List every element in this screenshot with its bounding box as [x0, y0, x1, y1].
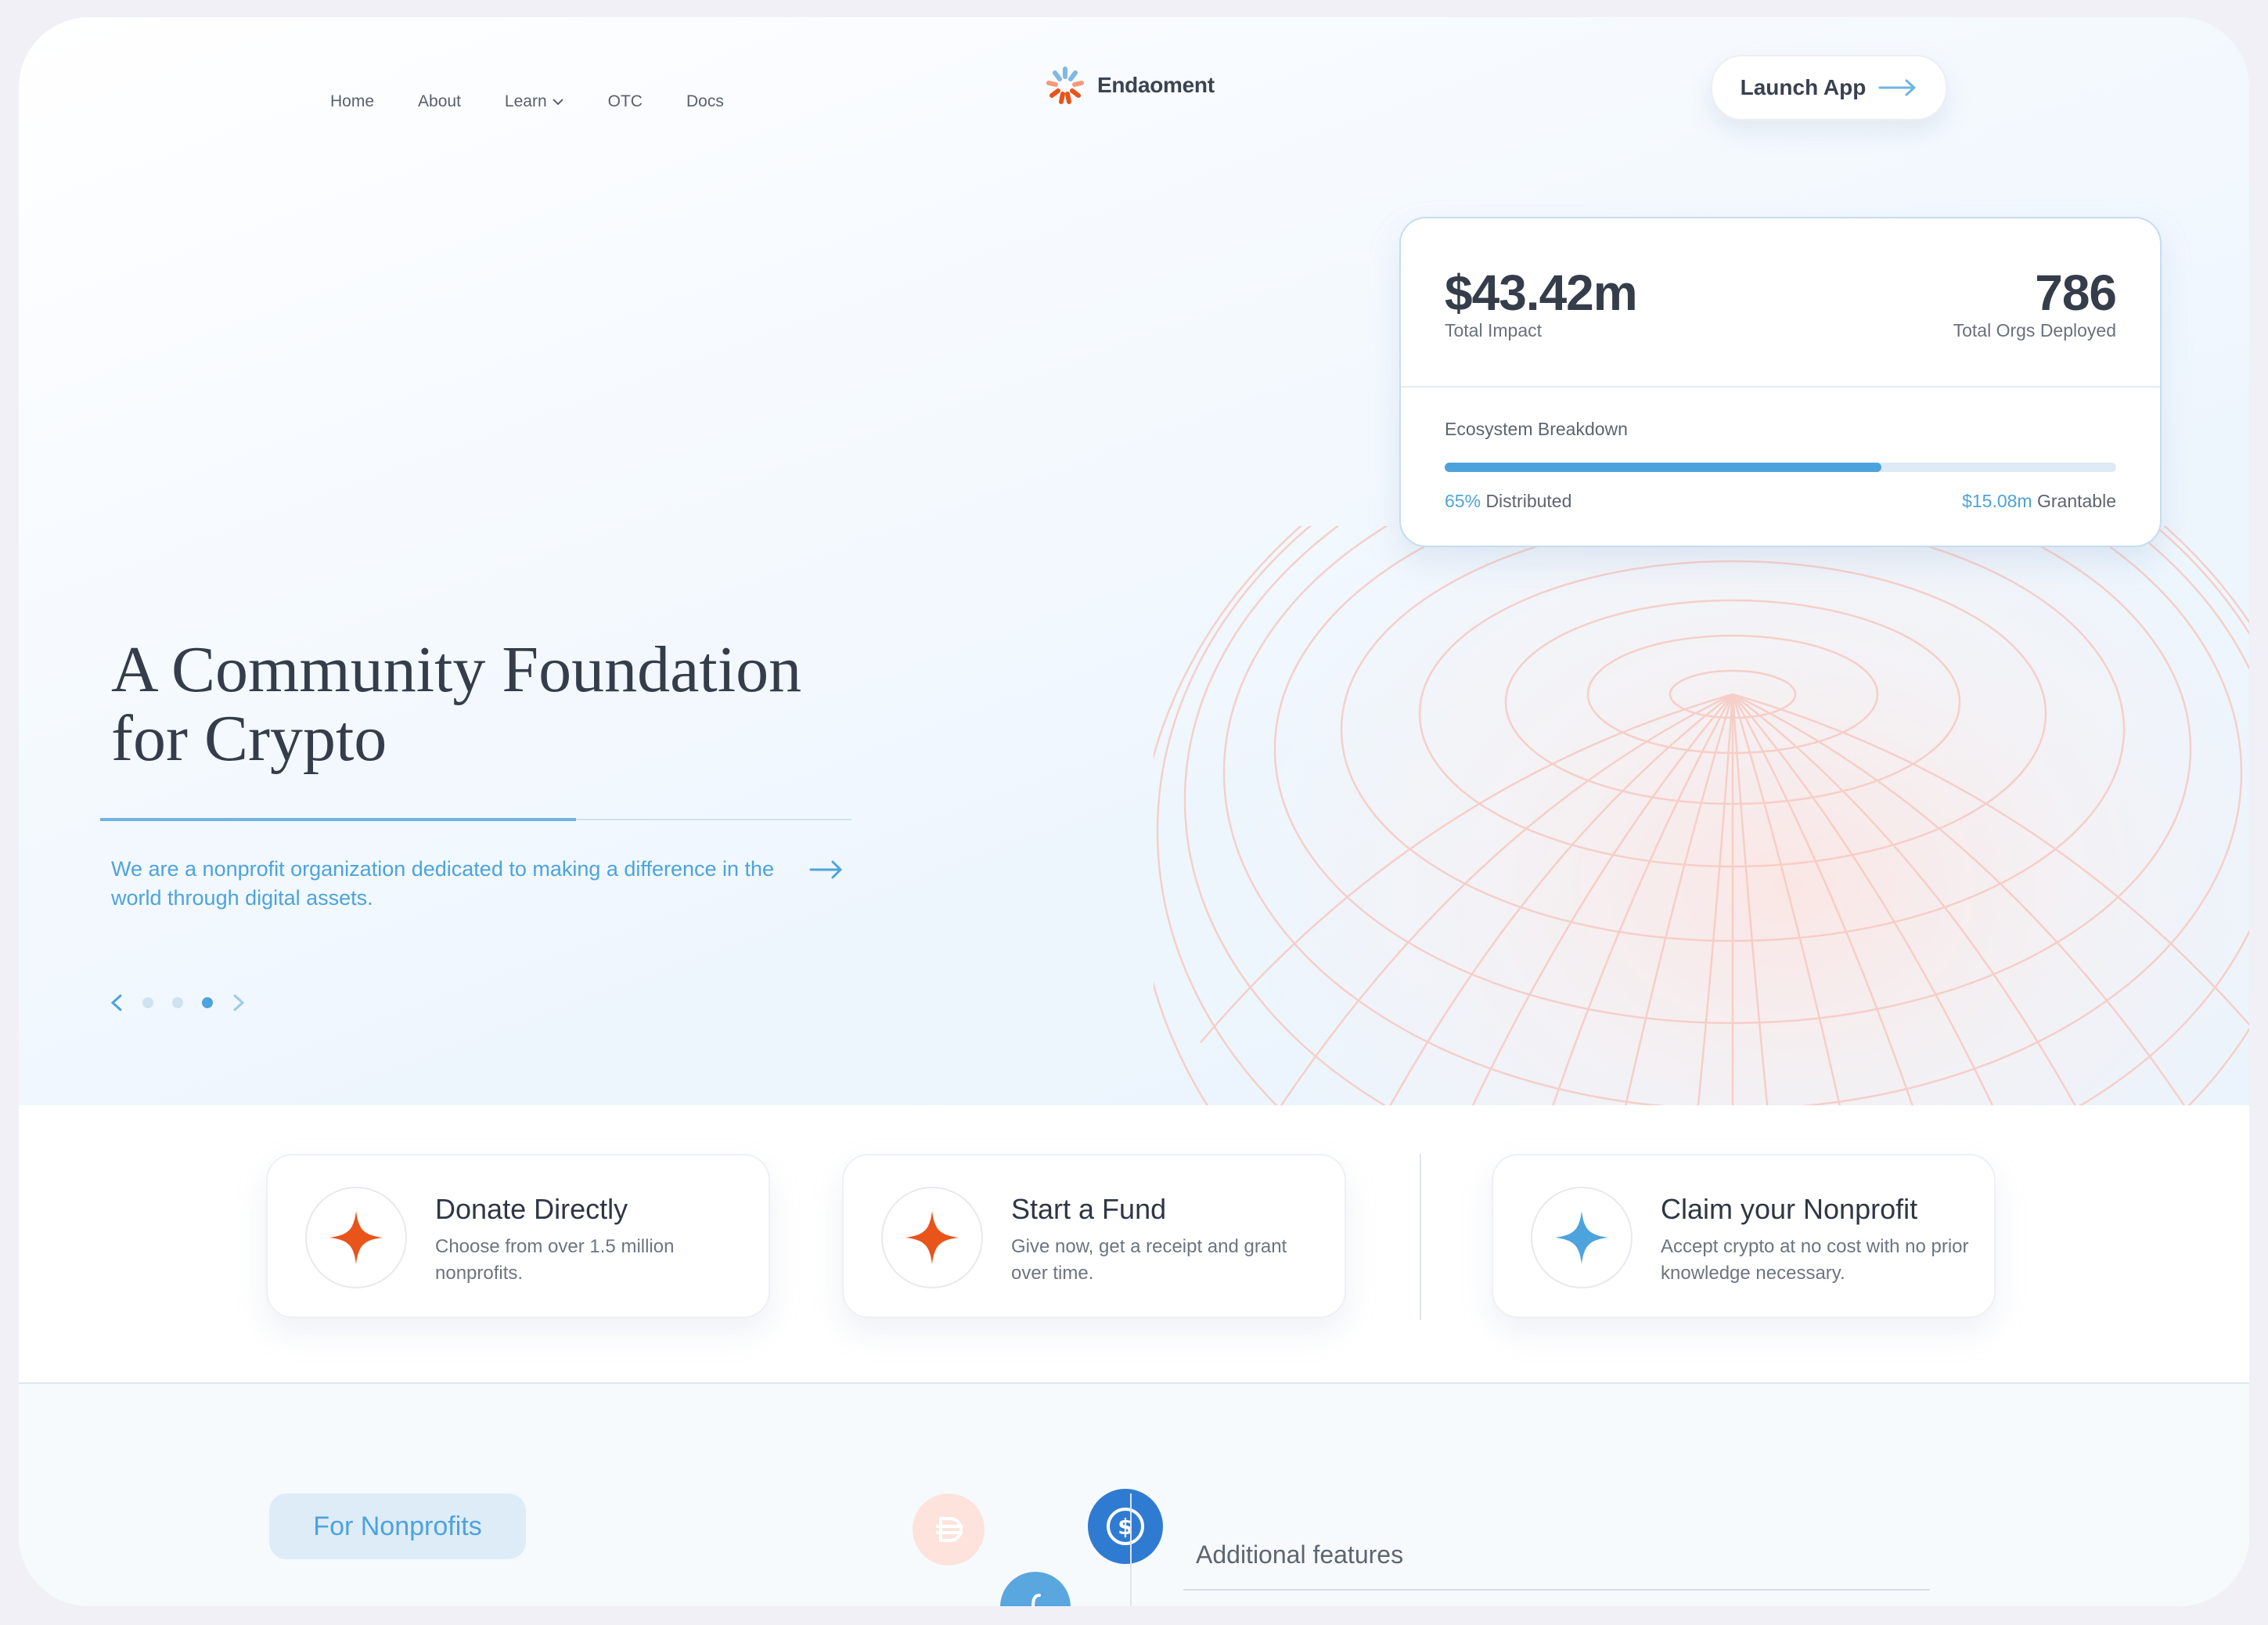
- usdc-coin-icon: $: [1088, 1489, 1163, 1564]
- distributed-text: Distributed: [1485, 491, 1572, 511]
- hero-headline: A Community Foundation for Crypto: [111, 636, 894, 773]
- nav-otc[interactable]: OTC: [608, 92, 643, 111]
- tagline-arrow-icon[interactable]: [809, 859, 844, 880]
- feature-icon-wrap: [305, 1187, 407, 1288]
- hero-divider-progress: [100, 818, 576, 821]
- dai-coin-icon: [913, 1493, 985, 1566]
- hero-tagline: We are a nonprofit organization dedicate…: [111, 857, 775, 910]
- breakdown-progress-fill: [1445, 463, 1881, 472]
- hero-carousel-controls: [110, 994, 246, 1011]
- sparkle-orange-icon: [905, 1211, 959, 1264]
- lower-separator: [1130, 1493, 1132, 1606]
- nav-about[interactable]: About: [418, 92, 461, 111]
- feature-desc: Choose from over 1.5 million nonprofits.: [435, 1236, 675, 1284]
- grantable-value: $15.08m: [1962, 491, 2032, 511]
- hero-section: Home About Learn OTC Docs Endaoment Laun…: [19, 17, 2249, 1107]
- total-impact-value: $43.42m: [1445, 265, 1638, 321]
- launch-app-label: Launch App: [1740, 75, 1867, 99]
- nav-learn-label: Learn: [504, 92, 547, 110]
- sparkle-blue-icon: [1555, 1211, 1608, 1264]
- orgs-deployed-value: 786: [2035, 265, 2117, 321]
- for-nonprofits-pill[interactable]: For Nonprofits: [269, 1493, 526, 1559]
- feature-desc: Give now, get a receipt and grant over t…: [1011, 1236, 1287, 1284]
- carousel-prev-icon[interactable]: [110, 994, 124, 1011]
- grantable-text: Grantable: [2036, 491, 2116, 511]
- carousel-dot-3[interactable]: [202, 997, 213, 1008]
- breakdown-title: Ecosystem Breakdown: [1445, 419, 1628, 439]
- feature-icon-wrap: [881, 1187, 983, 1288]
- endaoment-logo-icon: [1046, 67, 1084, 104]
- additional-features-underline: [1183, 1589, 1930, 1591]
- lower-section: For Nonprofits $ Additional features: [19, 1384, 2249, 1606]
- additional-features-title: Additional features: [1196, 1540, 1404, 1569]
- crypto-coin-icon: [1000, 1572, 1071, 1606]
- headline-line-2: for Crypto: [111, 702, 387, 775]
- headline-line-1: A Community Foundation: [111, 633, 802, 706]
- feature-title: Start a Fund: [1011, 1193, 1167, 1225]
- nav-docs[interactable]: Docs: [686, 92, 724, 111]
- stats-card: $43.42m Total Impact 786 Total Orgs Depl…: [1399, 217, 2162, 547]
- brand-name: Endaoment: [1097, 73, 1215, 97]
- feature-card-donate[interactable]: Donate Directly Choose from over 1.5 mil…: [266, 1154, 770, 1318]
- carousel-dot-1[interactable]: [142, 997, 153, 1008]
- sparkle-orange-icon: [329, 1211, 383, 1264]
- nav-learn[interactable]: Learn: [505, 92, 564, 111]
- orgs-deployed-label: Total Orgs Deployed: [1953, 320, 2116, 340]
- feature-title: Donate Directly: [435, 1193, 628, 1225]
- breakdown-progress-bar: [1445, 463, 2116, 472]
- nav-home[interactable]: Home: [330, 92, 374, 111]
- feature-title: Claim your Nonprofit: [1661, 1193, 1918, 1225]
- feature-card-claim[interactable]: Claim your Nonprofit Accept crypto at no…: [1492, 1154, 1996, 1318]
- stats-top: $43.42m Total Impact 786 Total Orgs Depl…: [1401, 218, 2160, 387]
- feature-card-fund[interactable]: Start a Fund Give now, get a receipt and…: [842, 1154, 1346, 1318]
- brand-logo[interactable]: Endaoment: [1044, 64, 1215, 106]
- arrow-right-icon: [1878, 79, 1916, 96]
- main-nav: Home About Learn OTC Docs: [330, 92, 768, 111]
- feature-icon-wrap: [1531, 1187, 1633, 1288]
- total-impact-label: Total Impact: [1445, 320, 1542, 340]
- feature-separator: [1420, 1154, 1421, 1320]
- launch-app-button[interactable]: Launch App: [1711, 55, 1947, 121]
- grantable-label: $15.08m Grantable: [1962, 491, 2116, 512]
- feature-desc: Accept crypto at no cost with no prior k…: [1661, 1236, 1969, 1284]
- globe-graphic: [1154, 526, 2249, 1105]
- carousel-dot-2[interactable]: [172, 997, 183, 1008]
- carousel-next-icon[interactable]: [232, 994, 246, 1011]
- chevron-down-icon: [552, 99, 563, 106]
- distributed-percent: 65%: [1445, 491, 1481, 511]
- app-frame: Home About Learn OTC Docs Endaoment Laun…: [19, 17, 2249, 1606]
- distributed-label: 65% Distributed: [1445, 491, 1571, 512]
- features-section: Donate Directly Choose from over 1.5 mil…: [19, 1105, 2249, 1384]
